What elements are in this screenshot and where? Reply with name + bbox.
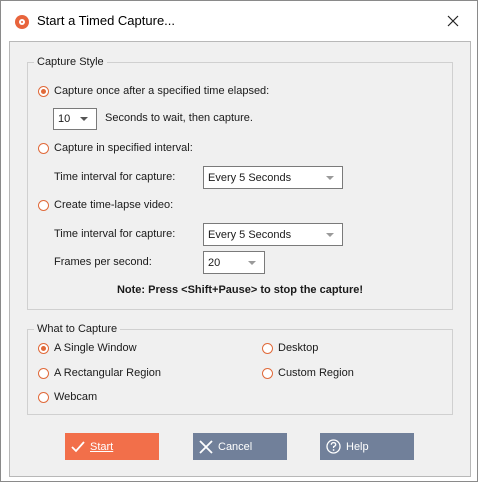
chevron-down-icon <box>326 232 334 237</box>
close-icon <box>199 439 213 454</box>
radio-unselected-icon <box>38 142 49 154</box>
question-circle-icon <box>326 439 341 454</box>
app-logo-icon <box>15 15 29 29</box>
desktop-label: Desktop <box>278 342 319 354</box>
capture-style-group: Capture Style Capture once after a speci… <box>27 56 453 310</box>
what-to-capture-group: What to Capture A Single Window Desktop … <box>27 323 453 415</box>
capture-once-label: Capture once after a specified time elap… <box>54 85 270 97</box>
close-icon <box>447 15 459 27</box>
capture-style-legend: Capture Style <box>37 56 104 68</box>
seconds-select[interactable]: 10 <box>53 108 97 130</box>
cancel-button[interactable]: Cancel <box>193 433 287 460</box>
webcam-radio[interactable]: Webcam <box>38 391 97 403</box>
timelapse-time-label: Time interval for capture: <box>54 228 176 240</box>
capture-once-radio[interactable]: Capture once after a specified time elap… <box>38 85 269 97</box>
fps-label: Frames per second: <box>54 256 152 268</box>
dialog-body: Capture Style Capture once after a speci… <box>9 41 471 477</box>
single-window-radio[interactable]: A Single Window <box>38 342 137 354</box>
single-window-label: A Single Window <box>54 342 137 354</box>
radio-selected-icon <box>38 342 49 354</box>
custom-region-label: Custom Region <box>278 367 354 379</box>
timelapse-label: Create time-lapse video: <box>54 199 174 211</box>
rectangular-region-label: A Rectangular Region <box>54 367 162 379</box>
radio-unselected-icon <box>38 367 49 379</box>
help-button[interactable]: Help <box>320 433 414 460</box>
chevron-down-icon <box>80 117 88 121</box>
timelapse-time-select[interactable]: Every 5 Seconds <box>203 223 343 246</box>
desktop-radio[interactable]: Desktop <box>262 342 318 354</box>
chevron-down-icon <box>326 175 334 180</box>
chevron-down-icon <box>248 260 256 265</box>
seconds-wait-label: Seconds to wait, then capture. <box>105 112 253 124</box>
interval-time-label: Time interval for capture: <box>54 171 176 183</box>
timed-capture-dialog: Start a Timed Capture... Capture Style C… <box>0 0 478 482</box>
interval-time-select[interactable]: Every 5 Seconds <box>203 166 343 189</box>
what-to-capture-legend: What to Capture <box>37 323 118 335</box>
radio-unselected-icon <box>262 342 273 354</box>
help-button-label: Help <box>346 440 369 453</box>
start-button[interactable]: Start <box>65 433 159 460</box>
rectangular-region-radio[interactable]: A Rectangular Region <box>38 367 161 379</box>
timelapse-radio[interactable]: Create time-lapse video: <box>38 199 173 211</box>
close-button[interactable] <box>441 9 465 33</box>
timelapse-time-value: Every 5 Seconds <box>208 228 292 241</box>
custom-region-radio[interactable]: Custom Region <box>262 367 354 379</box>
radio-unselected-icon <box>38 391 49 403</box>
webcam-label: Webcam <box>54 391 98 403</box>
radio-selected-icon <box>38 85 49 97</box>
cancel-button-label: Cancel <box>218 440 253 453</box>
capture-interval-label: Capture in specified interval: <box>54 142 193 154</box>
fps-select[interactable]: 20 <box>203 251 265 274</box>
seconds-value: 10 <box>58 113 71 125</box>
window-title: Start a Timed Capture... <box>37 13 176 28</box>
start-button-label: Start <box>90 440 114 453</box>
title-bar: Start a Timed Capture... <box>1 1 477 41</box>
check-icon <box>71 440 85 453</box>
radio-unselected-icon <box>38 199 49 211</box>
stop-capture-note: Note: Press <Shift+Pause> to stop the ca… <box>116 284 364 296</box>
interval-time-value: Every 5 Seconds <box>208 171 292 184</box>
fps-value: 20 <box>208 256 221 269</box>
capture-interval-radio[interactable]: Capture in specified interval: <box>38 142 193 154</box>
radio-unselected-icon <box>262 367 273 379</box>
